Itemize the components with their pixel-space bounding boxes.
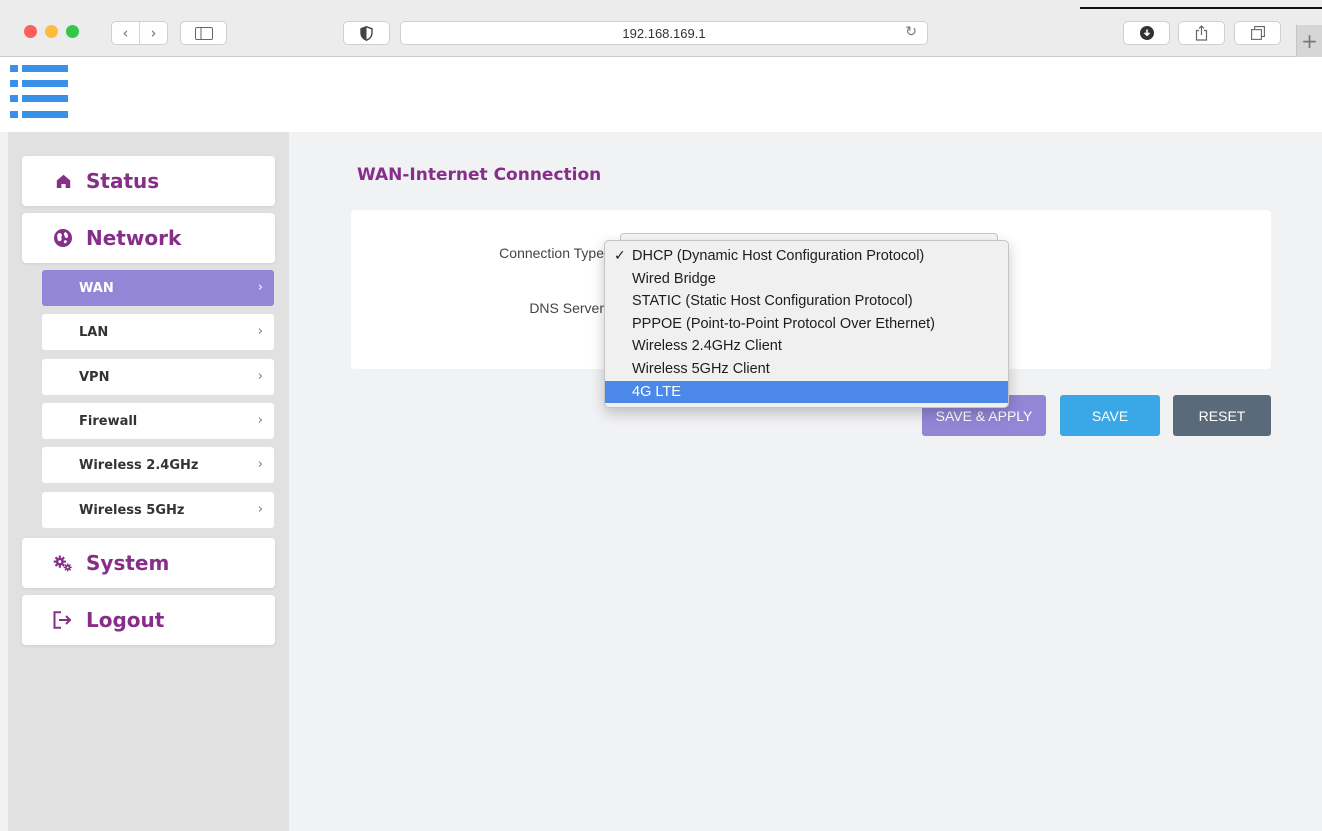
- page-header: [0, 57, 1322, 132]
- menu-logout-label: Logout: [86, 608, 165, 632]
- option-label: DHCP (Dynamic Host Configuration Protoco…: [632, 248, 925, 264]
- submenu-firewall-label: Firewall: [79, 413, 138, 429]
- dns-server-label: DNS Server: [529, 300, 604, 316]
- close-window-button[interactable]: [24, 25, 37, 38]
- privacy-shield-button[interactable]: [343, 21, 390, 45]
- shield-icon: [360, 25, 373, 41]
- minimize-window-button[interactable]: [45, 25, 58, 38]
- save-button[interactable]: SAVE: [1060, 395, 1160, 436]
- menu-system[interactable]: System: [22, 538, 275, 588]
- submenu-firewall[interactable]: Firewall ›: [42, 403, 274, 439]
- submenu-vpn-label: VPN: [79, 369, 110, 385]
- chevron-right-icon: ›: [257, 413, 263, 428]
- reset-button[interactable]: RESET: [1173, 395, 1271, 436]
- option-label: Wireless 5GHz Client: [632, 360, 770, 377]
- tab-strip-edge: [1080, 7, 1322, 9]
- option-label: 4G LTE: [632, 383, 681, 400]
- submenu-lan-label: LAN: [79, 324, 109, 340]
- menu-network[interactable]: Network: [22, 213, 275, 263]
- tabs-icon: [1250, 26, 1265, 40]
- option-static[interactable]: STATIC (Static Host Configuration Protoc…: [605, 290, 1008, 313]
- submenu-wireless-24ghz[interactable]: Wireless 2.4GHz ›: [42, 447, 274, 483]
- chevron-right-icon: ›: [257, 280, 263, 295]
- option-4g-lte[interactable]: 4G LTE: [605, 380, 1008, 404]
- brand-logo[interactable]: [10, 61, 70, 119]
- option-label: Wireless 2.4GHz Client: [632, 338, 782, 355]
- browser-toolbar: ‹ › 192.168.169.1 ↻ +: [0, 0, 1322, 57]
- option-label: PPPOE (Point-to-Point Protocol Over Ethe…: [632, 315, 936, 332]
- tabs-overview-button[interactable]: [1234, 21, 1281, 45]
- share-icon: [1195, 25, 1208, 41]
- menu-logout[interactable]: Logout: [22, 595, 275, 645]
- submenu-wan[interactable]: WAN ›: [42, 270, 274, 306]
- logout-icon: [53, 610, 73, 630]
- address-bar[interactable]: 192.168.169.1 ↻: [400, 21, 928, 45]
- checkmark-icon: ✓: [614, 248, 626, 264]
- menu-network-label: Network: [86, 226, 182, 250]
- connection-type-dropdown: ✓ DHCP (Dynamic Host Configuration Proto…: [604, 240, 1009, 408]
- connection-type-label: Connection Type: [499, 245, 604, 261]
- reload-icon[interactable]: ↻: [905, 24, 917, 40]
- submenu-wireless-5ghz-label: Wireless 5GHz: [79, 502, 185, 518]
- page-title: WAN-Internet Connection: [357, 165, 602, 185]
- submenu-wireless-24ghz-label: Wireless 2.4GHz: [79, 457, 199, 473]
- menu-status-label: Status: [86, 169, 160, 193]
- chevron-right-icon: ›: [257, 502, 263, 517]
- option-wireless-5ghz-client[interactable]: Wireless 5GHz Client: [605, 358, 1008, 381]
- option-dhcp[interactable]: ✓ DHCP (Dynamic Host Configuration Proto…: [605, 245, 1008, 268]
- back-button[interactable]: ‹: [112, 22, 139, 44]
- chevron-right-icon: ›: [257, 324, 263, 339]
- option-wireless-24ghz-client[interactable]: Wireless 2.4GHz Client: [605, 335, 1008, 358]
- home-icon: [53, 171, 73, 191]
- gears-icon: [53, 553, 73, 573]
- globe-icon: [53, 228, 73, 248]
- history-nav: ‹ ›: [111, 21, 168, 45]
- share-button[interactable]: [1178, 21, 1225, 45]
- chevron-right-icon: ›: [257, 457, 263, 472]
- option-pppoe[interactable]: PPPOE (Point-to-Point Protocol Over Ethe…: [605, 313, 1008, 336]
- option-label: STATIC (Static Host Configuration Protoc…: [632, 293, 913, 310]
- submenu-wan-label: WAN: [79, 280, 114, 296]
- sidebar-toggle-button[interactable]: [180, 21, 227, 45]
- submenu-vpn[interactable]: VPN ›: [42, 359, 274, 395]
- new-tab-button[interactable]: +: [1296, 25, 1322, 57]
- submenu-wireless-5ghz[interactable]: Wireless 5GHz ›: [42, 492, 274, 528]
- option-label: Wired Bridge: [632, 270, 716, 287]
- sidebar-icon: [194, 26, 213, 40]
- window-controls: [24, 25, 79, 38]
- menu-status[interactable]: Status: [22, 156, 275, 206]
- option-wired-bridge[interactable]: Wired Bridge: [605, 268, 1008, 291]
- submenu-lan[interactable]: LAN ›: [42, 314, 274, 350]
- forward-button[interactable]: ›: [139, 22, 167, 44]
- chevron-right-icon: ›: [257, 369, 263, 384]
- menu-system-label: System: [86, 551, 170, 575]
- download-icon: [1139, 26, 1154, 40]
- zoom-window-button[interactable]: [66, 25, 79, 38]
- url-text: 192.168.169.1: [622, 25, 706, 41]
- downloads-button[interactable]: [1123, 21, 1170, 45]
